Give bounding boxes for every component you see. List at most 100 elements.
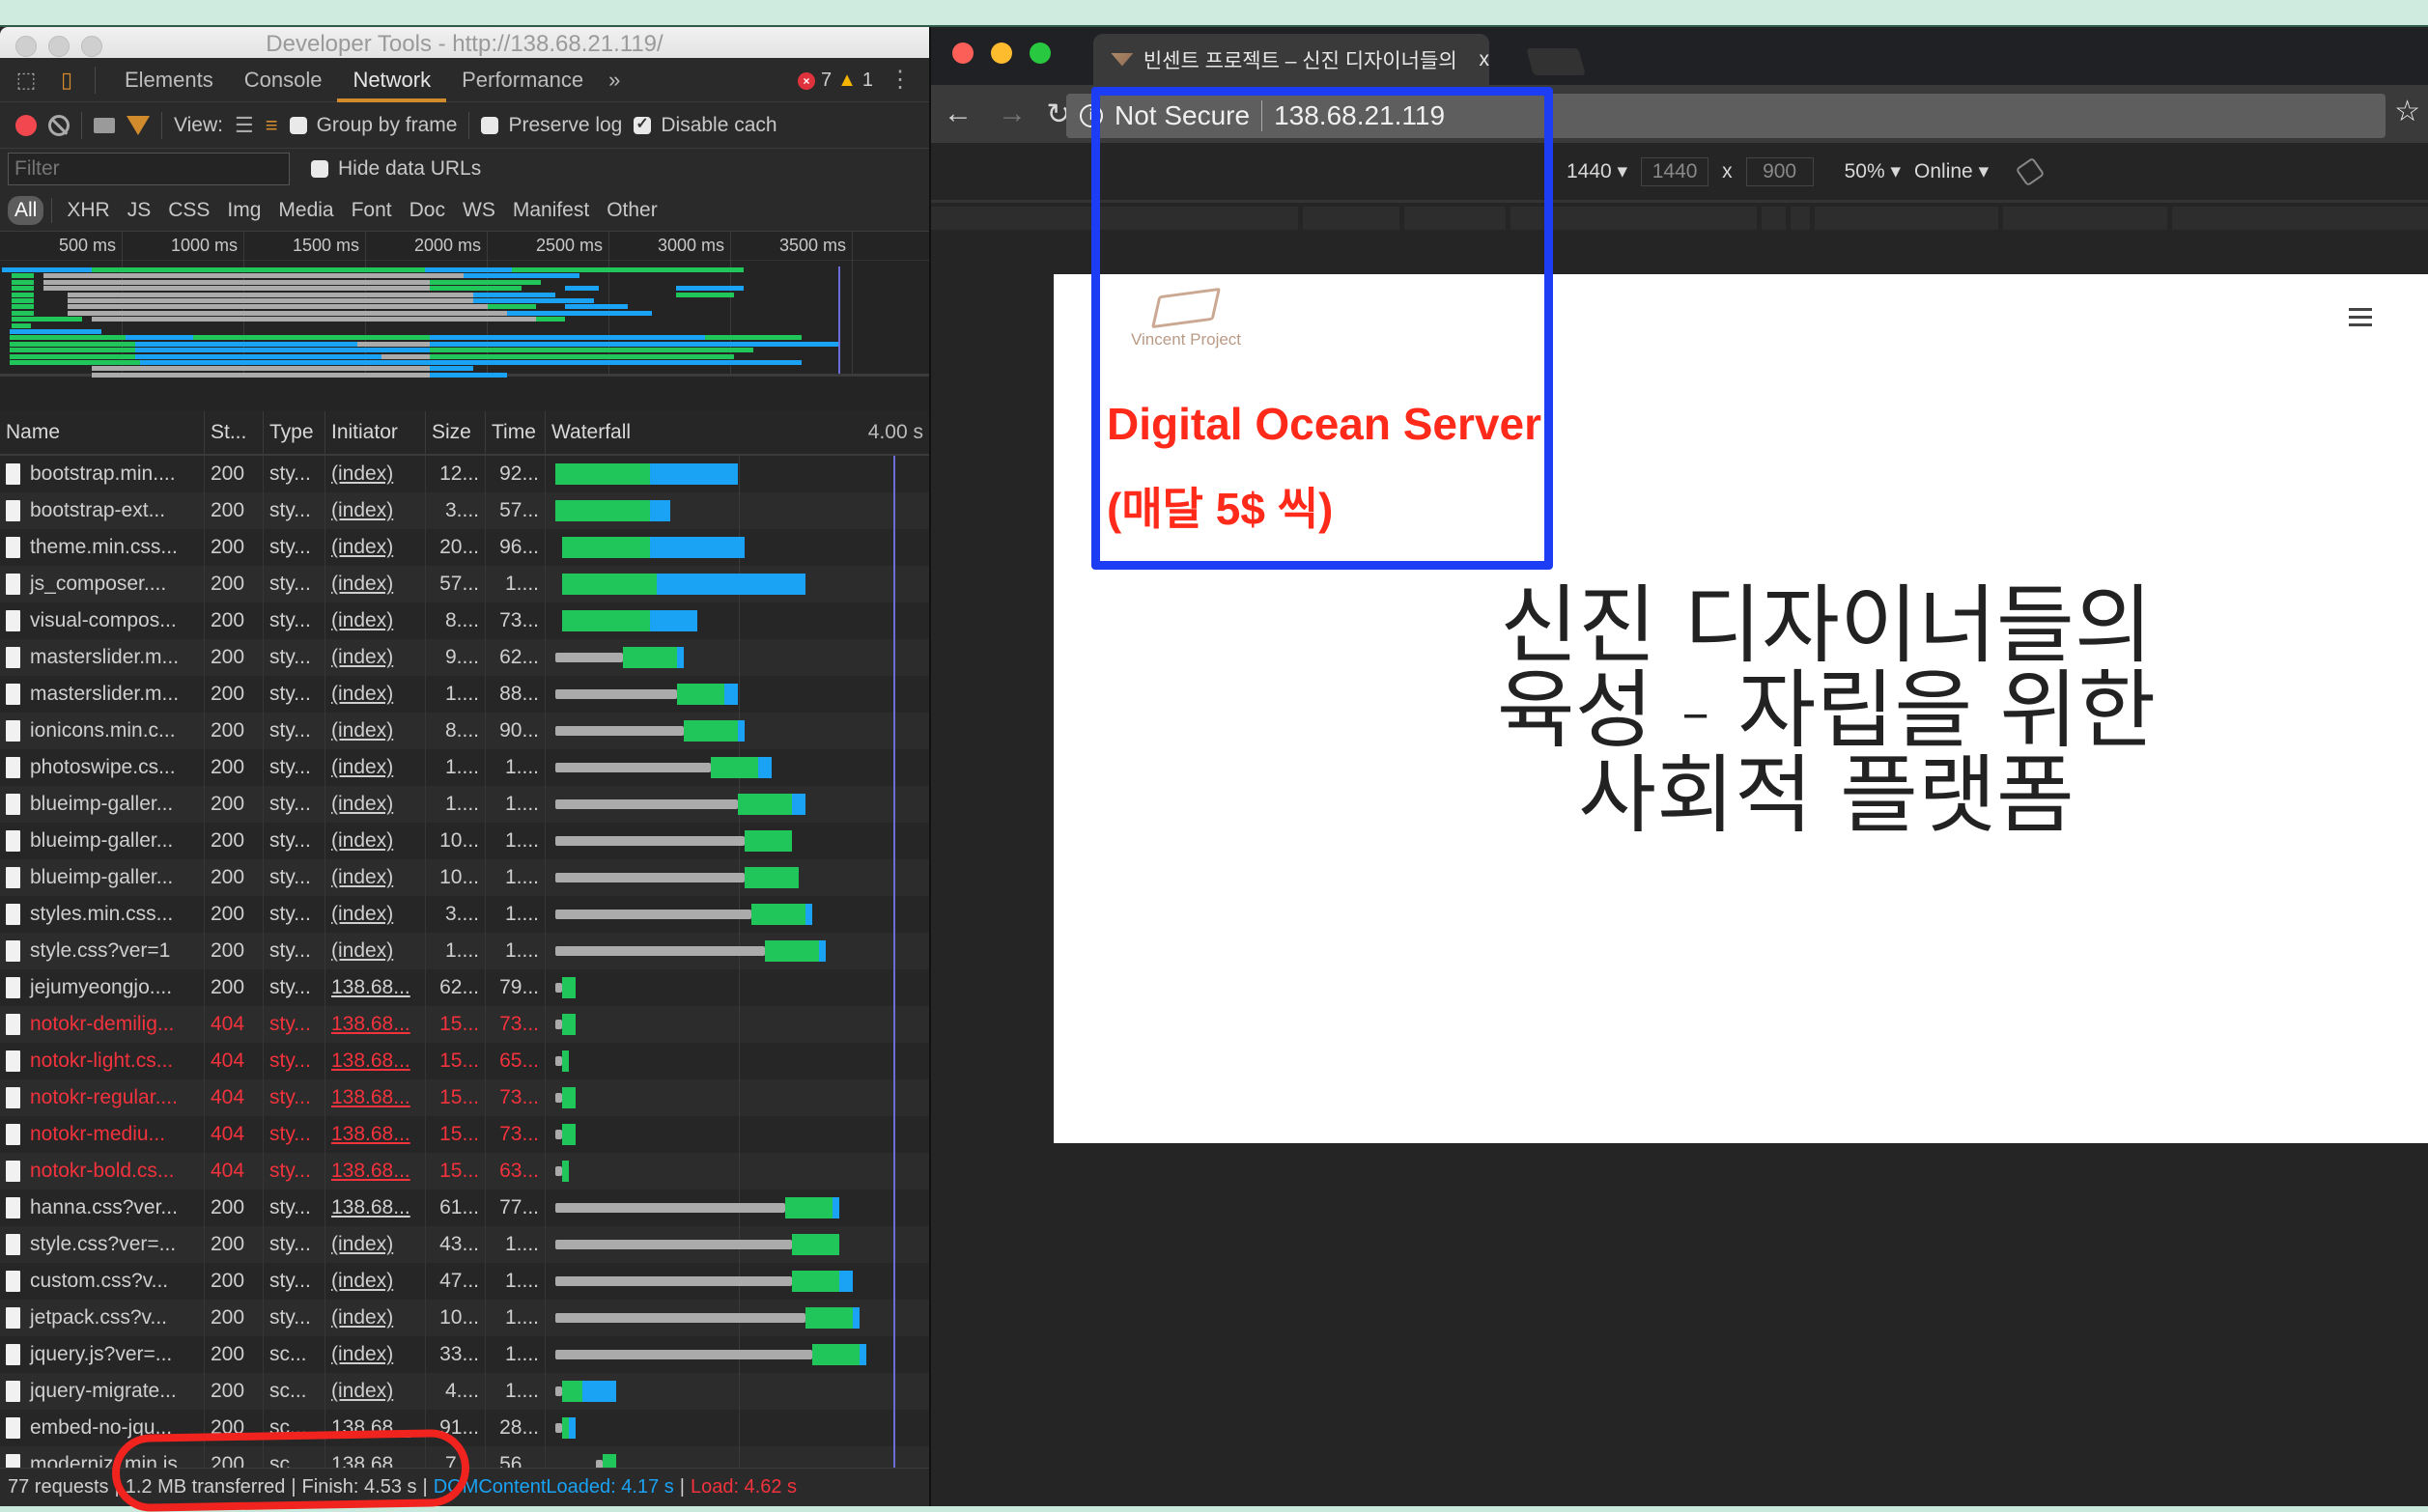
initiator-link[interactable]: (index) [331,866,393,888]
initiator-link[interactable]: 138.68... [331,1416,410,1439]
request-name-cell[interactable]: notokr-light.cs... [0,1043,205,1079]
initiator-link[interactable]: (index) [331,1306,393,1329]
request-name-cell[interactable]: theme.min.css... [0,529,205,566]
table-row[interactable]: bootstrap.min.... 200 sty... (index) 12... 92… [0,456,929,492]
request-name-cell[interactable]: notokr-mediu... [0,1116,205,1153]
back-icon[interactable]: ← [931,98,985,130]
waterfall-cell[interactable] [546,896,929,933]
tab-elements[interactable]: Elements [109,58,229,102]
initiator-cell[interactable]: 138.68... [325,1116,426,1153]
initiator-cell[interactable]: (index) [325,786,426,823]
initiator-link[interactable]: (index) [331,1233,393,1255]
request-name-cell[interactable]: hanna.css?ver... [0,1190,205,1226]
initiator-link[interactable]: 138.68... [331,1086,410,1108]
table-row[interactable]: photoswipe.cs... 200 sty... (index) 1.... 1..… [0,749,929,786]
request-name-cell[interactable]: bootstrap.min.... [0,456,205,492]
table-row[interactable]: notokr-mediu... 404 sty... 138.68... 15... 73… [0,1116,929,1153]
column-header-size[interactable]: Size [426,411,486,454]
type-filter-doc[interactable]: Doc [403,196,452,225]
initiator-link[interactable]: (index) [331,1270,393,1292]
more-options-icon[interactable]: ⋮ [889,66,912,94]
table-row[interactable]: notokr-bold.cs... 404 sty... 138.68... 15...… [0,1153,929,1190]
waterfall-cell[interactable] [546,492,929,529]
zoom-select[interactable]: 50% ▾ [1845,159,1901,183]
request-name-cell[interactable]: masterslider.m... [0,639,205,676]
initiator-link[interactable]: 138.68... [331,1196,410,1218]
type-filter-other[interactable]: Other [600,196,664,225]
column-header-waterfall[interactable]: Waterfall 4.00 s [546,411,929,454]
initiator-link[interactable]: (index) [331,683,393,705]
request-name-cell[interactable]: notokr-regular.... [0,1079,205,1116]
minimize-window-button[interactable] [991,42,1012,64]
waterfall-cell[interactable] [546,1006,929,1043]
tab-network[interactable]: Network [337,58,446,102]
initiator-link[interactable]: (index) [331,793,393,815]
more-tabs-button[interactable]: » [599,68,630,93]
type-filter-js[interactable]: JS [121,196,158,225]
initiator-cell[interactable]: (index) [325,456,426,492]
viewport-width-input[interactable]: 1440 [1641,156,1709,186]
browser-tab[interactable]: 빈센트 프로젝트 – 신진 디자이너들의 x [1093,34,1489,85]
initiator-cell[interactable]: (index) [325,1300,426,1336]
waterfall-cell[interactable] [546,639,929,676]
request-name-cell[interactable]: style.css?ver=1 [0,933,205,969]
waterfall-cell[interactable] [546,676,929,713]
waterfall-cell[interactable] [546,566,929,602]
initiator-cell[interactable]: 138.68... [325,1006,426,1043]
waterfall-cell[interactable] [546,1263,929,1300]
request-name-cell[interactable]: visual-compos... [0,602,205,639]
initiator-link[interactable]: (index) [331,536,393,558]
type-filter-media[interactable]: Media [271,196,340,225]
network-overview[interactable]: 500 ms 1000 ms 1500 ms 2000 ms 2500 ms 3000 m… [0,232,929,378]
initiator-link[interactable]: (index) [331,1343,393,1365]
initiator-link[interactable]: (index) [331,573,393,595]
rotate-icon[interactable] [2015,156,2046,186]
initiator-link[interactable]: 138.68... [331,1050,410,1072]
initiator-link[interactable]: (index) [331,609,393,631]
table-row[interactable]: ionicons.min.c... 200 sty... (index) 8.... 90… [0,713,929,749]
request-name-cell[interactable]: ionicons.min.c... [0,713,205,749]
table-row[interactable]: modernizr.min.js 200 sc... 138.68... 7.... 56… [0,1446,929,1468]
column-header-type[interactable]: Type [264,411,325,454]
column-header-initiator[interactable]: Initiator [325,411,426,454]
initiator-cell[interactable]: 138.68... [325,1153,426,1190]
record-button[interactable] [15,114,37,136]
waterfall-cell[interactable] [546,1043,929,1079]
waterfall-cell[interactable] [546,529,929,566]
initiator-cell[interactable]: (index) [325,1373,426,1410]
waterfall-cell[interactable] [546,969,929,1006]
initiator-link[interactable]: 138.68... [331,1013,410,1035]
initiator-link[interactable]: 138.68... [331,976,410,998]
preserve-log-checkbox[interactable]: Preserve log [481,114,622,137]
request-name-cell[interactable]: jquery-migrate... [0,1373,205,1410]
tab-performance[interactable]: Performance [446,58,599,102]
column-header-name[interactable]: Name [0,411,205,454]
request-name-cell[interactable]: notokr-bold.cs... [0,1153,205,1190]
table-row[interactable]: blueimp-galler... 200 sty... (index) 10... 1.… [0,823,929,859]
initiator-link[interactable]: (index) [331,646,393,668]
initiator-link[interactable]: (index) [331,462,393,485]
tab-console[interactable]: Console [229,58,338,102]
initiator-cell[interactable]: 138.68... [325,1446,426,1468]
issue-counts[interactable]: × 7 ▲ 1 [797,70,873,92]
table-row[interactable]: style.css?ver=... 200 sty... (index) 43... 1.… [0,1226,929,1263]
type-filter-ws[interactable]: WS [456,196,502,225]
initiator-cell[interactable]: (index) [325,749,426,786]
inspect-element-icon[interactable]: ⬚ [12,66,41,95]
table-row[interactable]: jetpack.css?v... 200 sty... (index) 10... 1..… [0,1300,929,1336]
hide-data-urls-checkbox[interactable]: Hide data URLs [311,157,481,181]
table-row[interactable]: styles.min.css... 200 sty... (index) 3.... 1.… [0,896,929,933]
type-filter-img[interactable]: Img [220,196,268,225]
table-row[interactable]: blueimp-galler... 200 sty... (index) 1.... 1.… [0,786,929,823]
device-select[interactable]: 1440 ▾ [1567,159,1627,183]
url-text[interactable]: 138.68.21.119 [1274,100,1445,131]
checkbox[interactable] [634,114,652,134]
request-name-cell[interactable]: blueimp-galler... [0,823,205,859]
initiator-link[interactable]: (index) [331,499,393,521]
initiator-cell[interactable]: (index) [325,676,426,713]
bookmark-star-icon[interactable]: ☆ [2394,95,2420,128]
table-row[interactable]: embed-no-jqu... 200 sc... 138.68... 91... 28.… [0,1410,929,1446]
new-tab-button[interactable] [1526,48,1586,75]
request-name-cell[interactable]: notokr-demilig... [0,1006,205,1043]
request-name-cell[interactable]: jejumyeongjo.... [0,969,205,1006]
